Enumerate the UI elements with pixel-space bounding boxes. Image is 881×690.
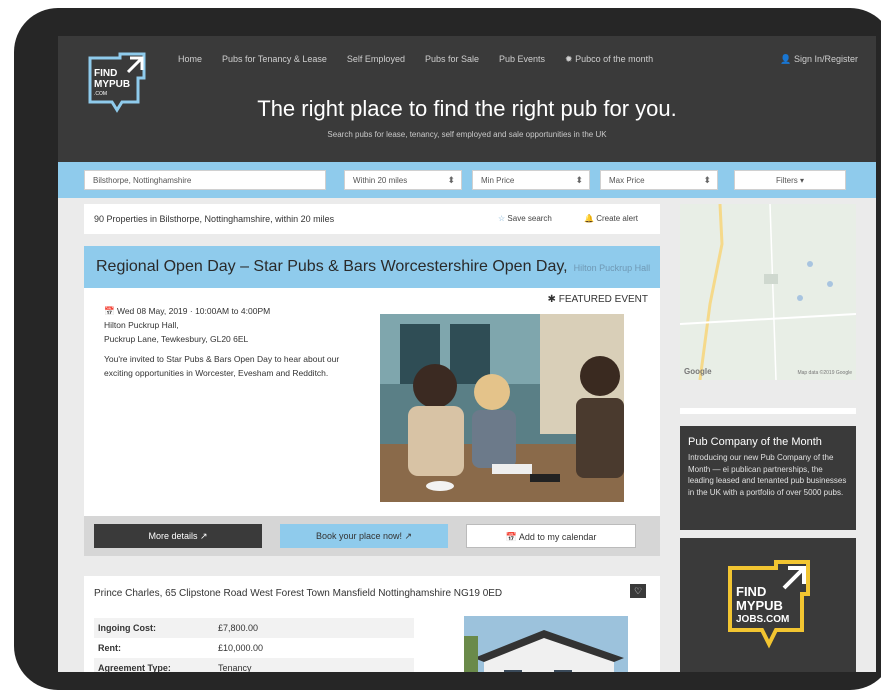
listing-photo[interactable] [464,616,628,672]
nav-tenancy-lease[interactable]: Pubs for Tenancy & Lease [222,54,327,65]
event-actions: More details ↗ Book your place now! ↗ 📅 … [84,516,660,556]
event-venue: Hilton Puckrup Hall [573,263,651,273]
select-caret-icon: ⬍ [447,175,455,185]
nav-pubs-for-sale[interactable]: Pubs for Sale [425,54,479,65]
sidebar-divider [680,408,856,414]
findmypubjobs-logo: FIND MYPUB JOBS.COM [728,560,810,649]
calendar-icon: 📅 [104,306,117,316]
external-link-icon: ↗ [402,531,413,541]
save-search-link[interactable]: ☆ Save search [498,214,552,223]
listing-title[interactable]: Prince Charles, 65 Clipstone Road West F… [94,588,502,599]
more-details-button[interactable]: More details ↗ [94,524,262,548]
star-badge-icon: ✹ [565,54,576,64]
star-icon: ☆ [498,214,508,223]
map-tiles [679,203,857,381]
pubco-text: Introducing our new Pub Company of the M… [688,453,847,497]
jobs-logo-line2: MYPUB [736,598,783,613]
nav-self-employed[interactable]: Self Employed [347,54,405,65]
event-address-line2: Puckrup Lane, Tewkesbury, GL20 6EL [104,334,249,344]
max-price-select[interactable]: Max Price ⬍ [600,170,718,190]
results-map[interactable]: Google Map data ©2019 Google [679,203,857,381]
calendar-plus-icon: 📅 [505,532,519,542]
results-count: 90 Properties in Bilsthorpe, Nottinghams… [94,214,335,224]
nav-home[interactable]: Home [178,54,202,65]
event-datetime: 📅 Wed 08 May, 2019 · 10:00AM to 4:00PM [104,306,271,316]
featured-badge: ✱ FEATURED EVENT [547,294,648,305]
create-alert-link[interactable]: 🔔 Create alert [584,214,638,223]
sign-in-link[interactable]: 👤 Sign In/Register [780,54,858,65]
favourite-heart-icon[interactable]: ♡ [630,584,646,598]
property-listing: Prince Charles, 65 Clipstone Road West F… [84,576,660,672]
book-place-button[interactable]: Book your place now! ↗ [280,524,448,548]
logo-line2: MYPUB [94,79,130,90]
filters-button[interactable]: Filters ▾ [734,170,846,190]
hero-tagline: The right place to find the right pub fo… [257,96,677,121]
select-caret-icon: ⬍ [703,175,711,185]
add-to-calendar-button[interactable]: 📅 Add to my calendar [466,524,636,548]
table-row: Ingoing Cost: £7,800.00 [94,618,414,638]
radius-select[interactable]: Within 20 miles ⬍ [344,170,462,190]
user-icon: 👤 [780,54,794,64]
external-link-icon: ↗ [197,531,208,541]
jobs-logo-line1: FIND [736,584,766,599]
event-description: You're invited to Star Pubs & Bars Open … [104,354,340,378]
event-photo[interactable] [380,314,624,502]
nav-pubco-of-month[interactable]: ✹ Pubco of the month [565,54,653,65]
logo-line1: FIND [94,68,117,79]
event-header[interactable]: Regional Open Day – Star Pubs & Bars Wor… [84,246,660,288]
featured-event-card: Regional Open Day – Star Pubs & Bars Wor… [84,246,660,556]
jobs-logo-line3: JOBS.COM [736,614,789,625]
nav-pub-events[interactable]: Pub Events [499,54,545,65]
hero-subtag: Search pubs for lease, tenancy, self emp… [327,130,607,139]
google-logo: Google [684,367,712,376]
event-title: Regional Open Day – Star Pubs & Bars Wor… [96,258,651,275]
dropdown-arrow-icon: ▾ [797,176,805,185]
asterisk-icon: ✱ [547,294,559,305]
select-caret-icon: ⬍ [575,175,583,185]
listing-details-table: Ingoing Cost: £7,800.00 Rent: £10,000.00 A… [94,618,414,672]
event-details: 📅 Wed 08 May, 2019 · 10:00AM to 4:00PM H… [104,304,354,386]
location-input[interactable]: Bilsthorpe, Nottinghamshire [84,170,326,190]
results-bar: 90 Properties in Bilsthorpe, Nottinghams… [84,204,660,234]
table-row: Rent: £10,000.00 [98,643,264,653]
pubco-of-month-card[interactable]: Pub Company of the Month Introducing our… [680,426,856,530]
tablet-frame: FIND MYPUB .COM Home Pubs for Tenancy & … [14,8,881,690]
bell-icon: 🔔 [584,214,597,223]
site-header: FIND MYPUB .COM Home Pubs for Tenancy & … [58,36,876,162]
table-row: Agreement Type: Tenancy [94,658,414,672]
findmypubjobs-banner[interactable]: FIND MYPUB JOBS.COM [680,538,856,672]
browser-screen: FIND MYPUB .COM Home Pubs for Tenancy & … [58,36,876,672]
pubco-title: Pub Company of the Month [688,436,822,448]
map-attribution: Map data ©2019 Google [797,370,852,376]
event-address-line1: Hilton Puckrup Hall, [104,320,179,330]
min-price-select[interactable]: Min Price ⬍ [472,170,590,190]
search-bar: Bilsthorpe, Nottinghamshire Within 20 mi… [58,162,876,198]
main-nav: Home Pubs for Tenancy & Lease Self Emplo… [178,54,653,65]
